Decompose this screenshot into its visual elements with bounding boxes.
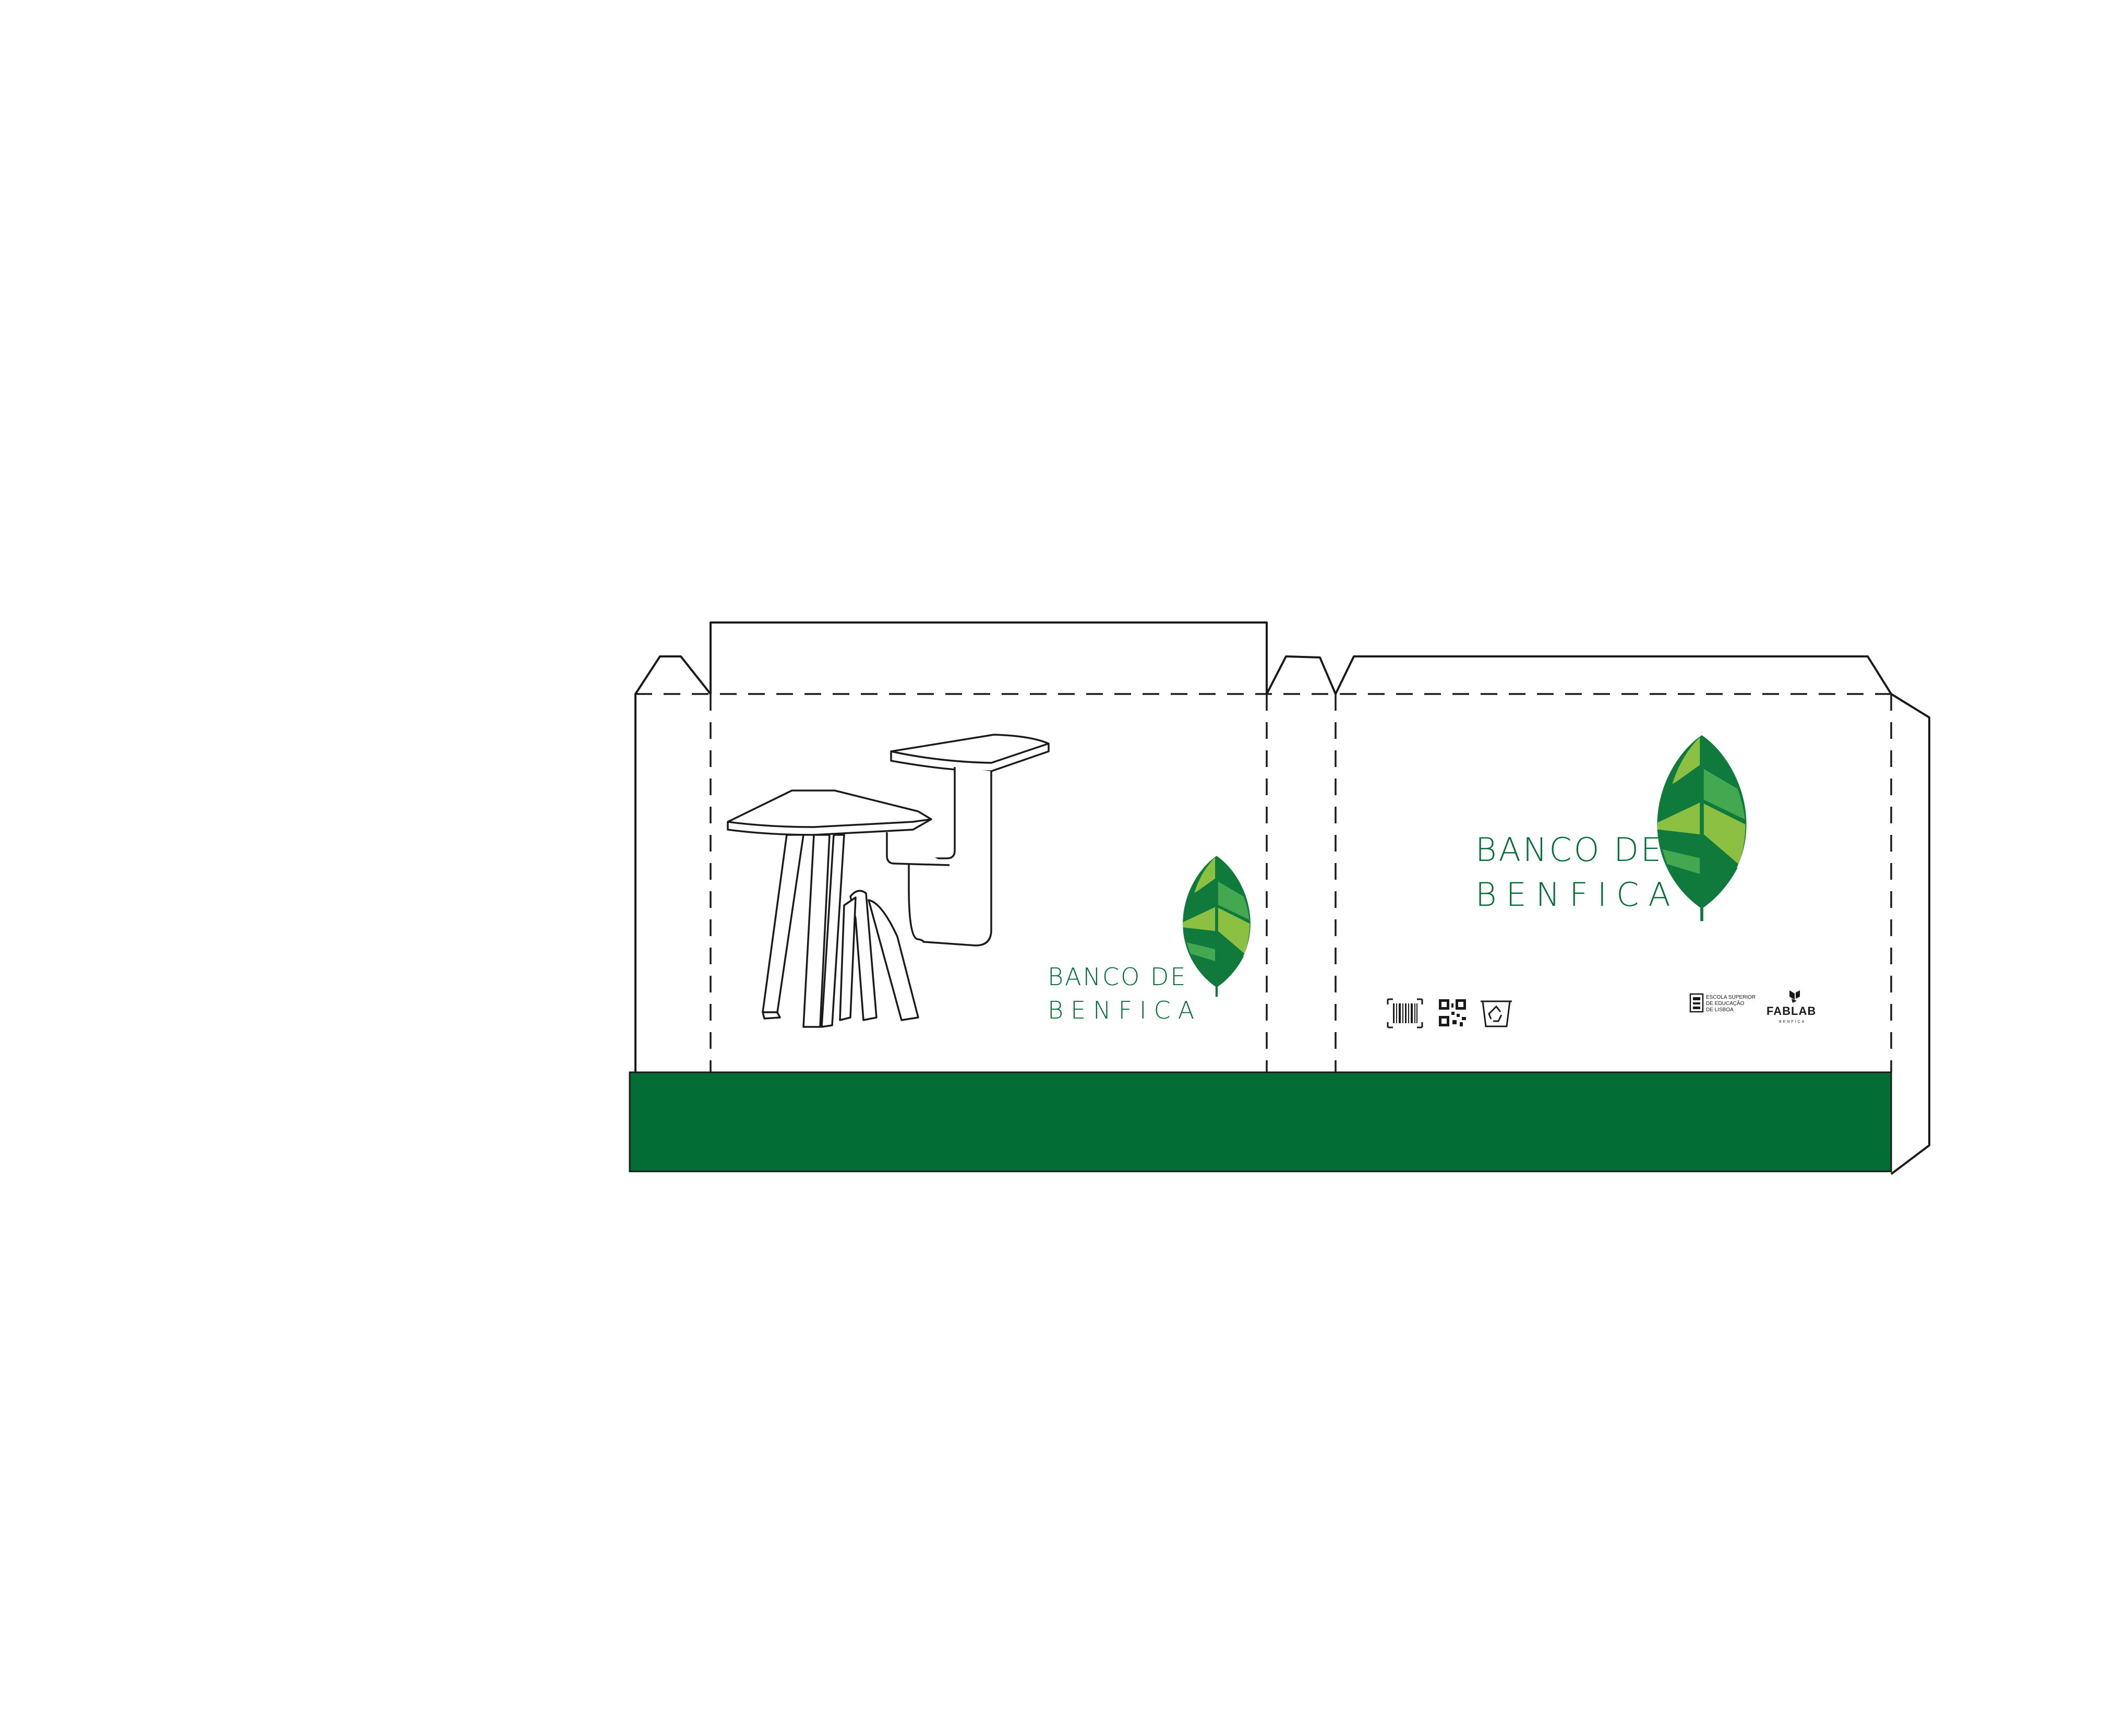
front-brand-line1: BANCO DE — [1048, 963, 1187, 991]
fablab-sub: BENFICA — [1779, 1020, 1806, 1024]
back-brand-line2: BENFICA — [1475, 876, 1680, 914]
school-line3: DE LISBOA — [1706, 1007, 1734, 1013]
box-dieline: BANCO DE BENFICA BANCO DE BENFICA ESCOLA… — [629, 621, 1930, 1175]
leaf-logo-icon — [1183, 856, 1251, 997]
stool-illustration — [727, 734, 1050, 1028]
back-brand-line1: BANCO DE — [1475, 831, 1663, 869]
top-flap-back — [1335, 655, 1892, 695]
school-crest-icon — [1689, 993, 1704, 1013]
barcode-icon — [1387, 998, 1423, 1028]
middle-tab — [1266, 655, 1337, 695]
recycle-bin-icon — [1481, 1000, 1512, 1027]
right-glue-flap — [1890, 693, 1930, 1175]
fablab-name: FABLAB — [1767, 1004, 1816, 1017]
qr-code-icon — [1439, 999, 1466, 1026]
green-bottom-band — [629, 1071, 1892, 1172]
left-side-panel — [634, 655, 712, 1072]
fablab-mark-icon — [1789, 990, 1800, 1003]
school-line1: ESCOLA SUPERIOR — [1706, 995, 1756, 1000]
top-flap-front — [710, 621, 1268, 694]
school-line2: DE EDUCAÇÃO — [1706, 1000, 1745, 1007]
front-brand-line2: BENFICA — [1048, 996, 1201, 1024]
